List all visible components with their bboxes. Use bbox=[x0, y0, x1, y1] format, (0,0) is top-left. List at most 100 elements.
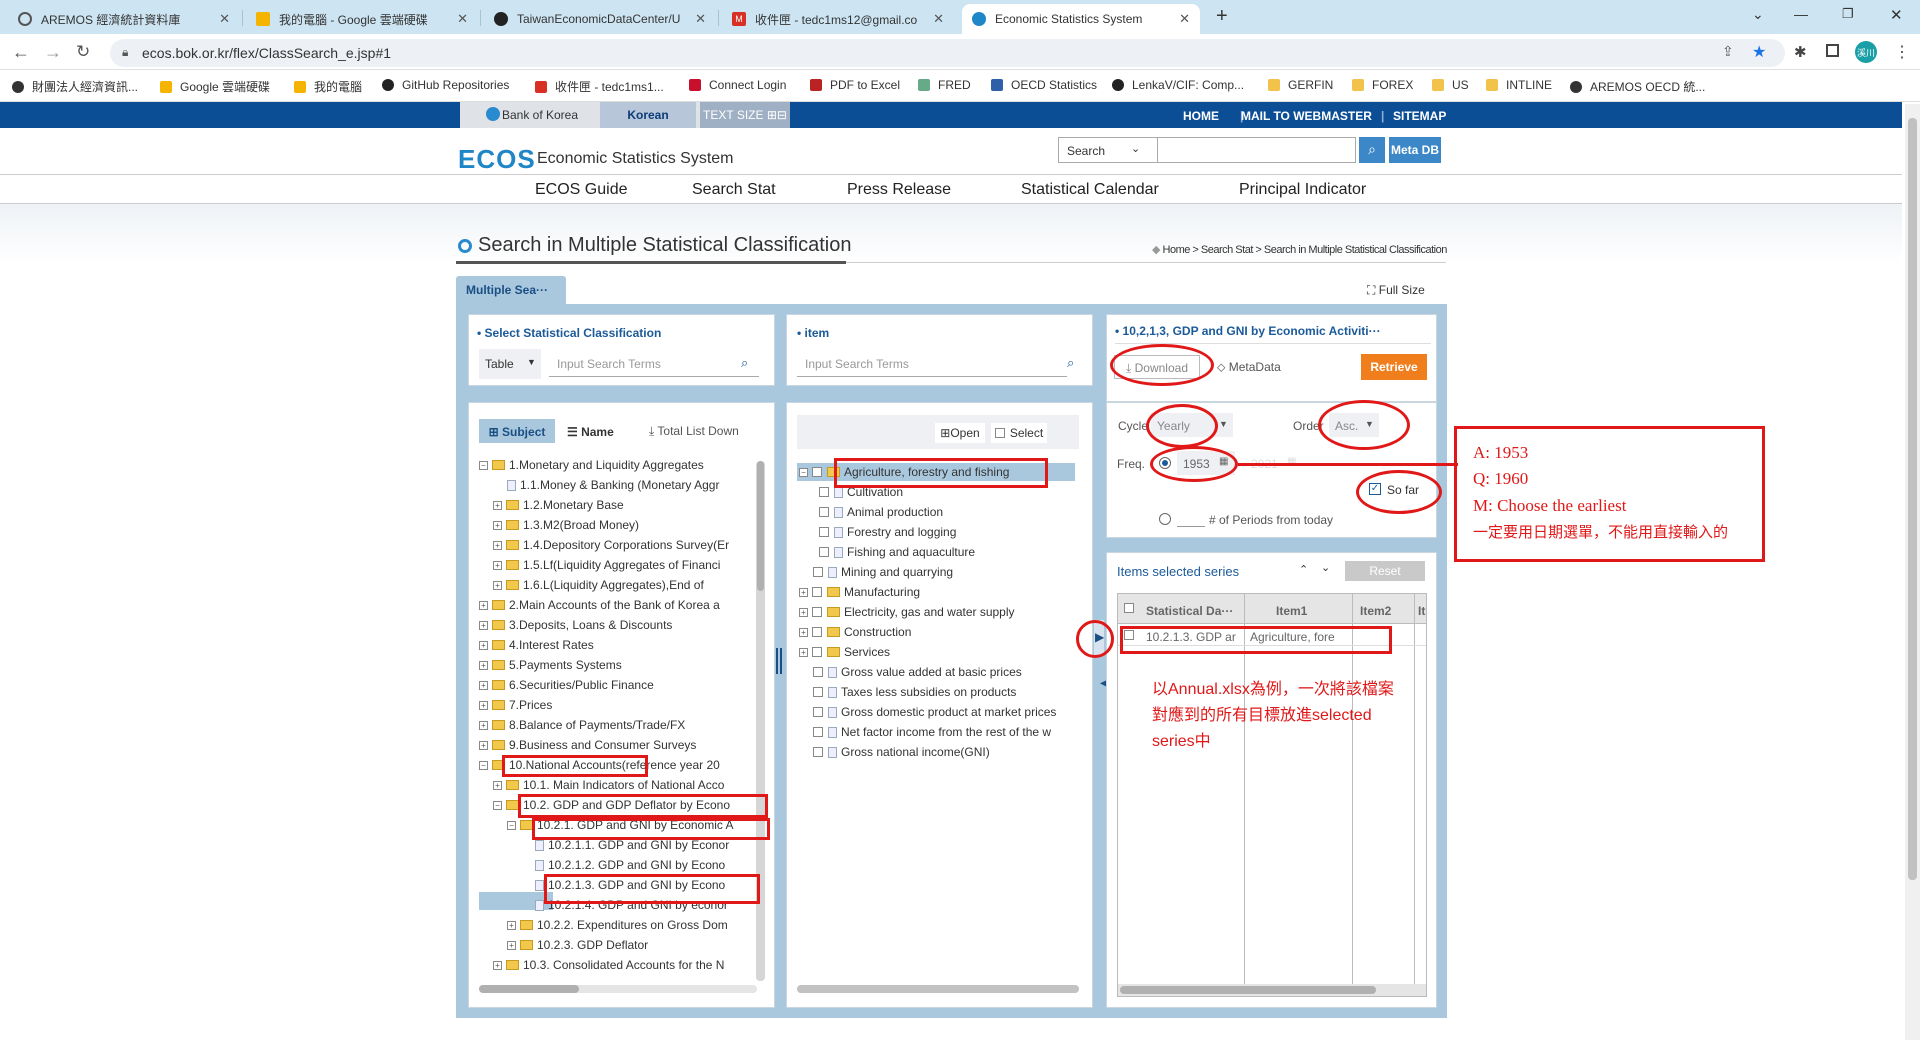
collapse-icon[interactable]: − bbox=[479, 460, 488, 470]
expand-icon[interactable]: + bbox=[493, 560, 502, 570]
open-button[interactable]: ⊞Open bbox=[935, 423, 985, 443]
expand-icon[interactable]: + bbox=[479, 740, 488, 750]
expand-icon[interactable]: + bbox=[507, 920, 516, 930]
expand-icon[interactable]: + bbox=[799, 587, 808, 597]
bookmark-2[interactable]: Google 雲端硬碟 bbox=[160, 78, 270, 95]
tree-node[interactable]: +2.Main Accounts of the Bank of Korea a bbox=[479, 597, 720, 613]
item-node[interactable]: Animal production bbox=[819, 504, 943, 520]
item-checkbox[interactable] bbox=[819, 547, 829, 557]
item-h-scrollbar[interactable] bbox=[797, 985, 1079, 993]
item-checkbox[interactable] bbox=[813, 727, 823, 737]
tree-node[interactable]: +1.5.Lf(Liquidity Aggregates of Financi bbox=[493, 557, 720, 573]
expand-icon[interactable]: + bbox=[799, 607, 808, 617]
collapse-icon[interactable]: − bbox=[479, 760, 488, 770]
tree-node[interactable]: +8.Balance of Payments/Trade/FX bbox=[479, 717, 685, 733]
series-h-scrollbar[interactable] bbox=[1120, 986, 1376, 994]
tree-node[interactable]: 1.1.Money & Banking (Monetary Aggr bbox=[507, 477, 719, 493]
nav-principal-indicator[interactable]: Principal Indicator bbox=[1239, 181, 1366, 199]
expand-icon[interactable]: + bbox=[479, 600, 488, 610]
close-tab-icon[interactable]: ✕ bbox=[933, 11, 944, 27]
link-sitemap[interactable]: SITEMAP bbox=[1393, 109, 1446, 123]
item-checkbox[interactable] bbox=[813, 567, 823, 577]
bookmark-star-icon[interactable]: ★ bbox=[1752, 42, 1766, 62]
forward-icon[interactable]: → bbox=[44, 42, 62, 63]
item-node[interactable]: Mining and quarrying bbox=[813, 564, 953, 580]
tree-node[interactable]: +7.Prices bbox=[479, 697, 552, 713]
bookmark-12[interactable]: FOREX bbox=[1352, 78, 1413, 92]
expand-icon[interactable]: + bbox=[493, 540, 502, 550]
bookmark-6[interactable]: Connect Login bbox=[689, 78, 786, 92]
expand-icon[interactable]: + bbox=[479, 640, 488, 650]
item-checkbox[interactable] bbox=[813, 707, 823, 717]
plus-icon[interactable]: ⊞ bbox=[767, 108, 777, 122]
tree-node[interactable]: +1.6.L(Liquidity Aggregates),End of bbox=[493, 577, 704, 593]
sidepanel-icon[interactable] bbox=[1826, 44, 1839, 57]
expand-icon[interactable]: + bbox=[479, 680, 488, 690]
ecos-logo[interactable]: ECOS bbox=[458, 144, 536, 175]
back-icon[interactable]: ← bbox=[12, 42, 30, 63]
collapse-icon[interactable]: − bbox=[799, 467, 808, 477]
browser-tab-4[interactable]: M 收件匣 - tedc1ms12@gmail.co ✕ bbox=[722, 4, 954, 34]
splitter-handle[interactable] bbox=[776, 648, 782, 674]
item-checkbox[interactable] bbox=[813, 687, 823, 697]
search-type-select[interactable]: Search ⌄ bbox=[1058, 137, 1158, 163]
table-select[interactable]: Table ▼ bbox=[479, 349, 541, 379]
bookmark-3[interactable]: 我的電腦 bbox=[294, 78, 362, 95]
periods-input[interactable] bbox=[1177, 513, 1205, 527]
tree-scrollbar[interactable] bbox=[757, 461, 764, 591]
bookmark-7[interactable]: PDF to Excel bbox=[810, 78, 900, 92]
expand-icon[interactable]: + bbox=[799, 627, 808, 637]
meta-db-button[interactable]: Meta DB bbox=[1389, 137, 1441, 163]
bookmark-8[interactable]: FRED bbox=[918, 78, 971, 92]
tree-h-scrollbar[interactable] bbox=[479, 985, 579, 993]
item-node[interactable]: + Manufacturing bbox=[799, 584, 920, 600]
link-mail-webmaster[interactable]: MAIL TO WEBMASTER bbox=[1241, 109, 1372, 123]
tree-node[interactable]: +1.3.M2(Broad Money) bbox=[493, 517, 639, 533]
search-icon[interactable]: ⌕ bbox=[1067, 355, 1074, 371]
restore-icon[interactable]: ❐ bbox=[1842, 6, 1854, 22]
item-node[interactable]: Fishing and aquaculture bbox=[819, 544, 975, 560]
tree-node[interactable]: +1.4.Depository Corporations Survey(Er bbox=[493, 537, 729, 553]
bookmark-15[interactable]: AREMOS OECD 統... bbox=[1570, 78, 1705, 95]
tree-node[interactable]: 10.2.1.2. GDP and GNI by Econo bbox=[535, 857, 725, 873]
item-checkbox[interactable] bbox=[819, 507, 829, 517]
item-node[interactable]: + Services bbox=[799, 644, 890, 660]
expand-icon[interactable]: + bbox=[493, 780, 502, 790]
close-window-icon[interactable]: ✕ bbox=[1890, 6, 1903, 24]
subject-view-button[interactable]: ⊞ Subject bbox=[479, 419, 555, 443]
expand-icon[interactable]: + bbox=[493, 500, 502, 510]
expand-icon[interactable]: + bbox=[479, 620, 488, 630]
bookmark-9[interactable]: OECD Statistics bbox=[991, 78, 1097, 92]
item-node[interactable]: Taxes less subsidies on products bbox=[813, 684, 1016, 700]
close-tab-icon[interactable]: ✕ bbox=[219, 11, 230, 27]
close-tab-icon[interactable]: ✕ bbox=[1179, 11, 1190, 27]
chevron-down-icon[interactable]: ⌄ bbox=[1321, 561, 1330, 574]
bookmark-11[interactable]: GERFIN bbox=[1268, 78, 1333, 92]
profile-avatar[interactable]: 溪川 bbox=[1855, 41, 1877, 63]
tree-node[interactable]: +10.2.2. Expenditures on Gross Dom bbox=[507, 917, 728, 933]
close-tab-icon[interactable]: ✕ bbox=[457, 11, 468, 27]
retrieve-button[interactable]: Retrieve bbox=[1361, 354, 1427, 380]
close-tab-icon[interactable]: ✕ bbox=[695, 11, 706, 27]
tab-multiple-search[interactable]: Multiple Sea··· bbox=[456, 276, 566, 304]
classification-search-input[interactable]: Input Search Terms bbox=[549, 349, 759, 377]
menu-icon[interactable]: ⋮ bbox=[1894, 42, 1910, 62]
expand-icon[interactable]: + bbox=[493, 580, 502, 590]
metadata-button[interactable]: ⬦ MetaData bbox=[1217, 360, 1281, 375]
tree-node[interactable]: +1.2.Monetary Base bbox=[493, 497, 624, 513]
tree-node[interactable]: +5.Payments Systems bbox=[479, 657, 622, 673]
chevron-up-icon[interactable]: ⌃ bbox=[1299, 563, 1308, 576]
tree-node[interactable]: +10.2.3. GDP Deflator bbox=[507, 937, 648, 953]
expand-icon[interactable]: + bbox=[479, 720, 488, 730]
tree-node[interactable]: +3.Deposits, Loans & Discounts bbox=[479, 617, 672, 633]
tree-node[interactable]: +9.Business and Consumer Surveys bbox=[479, 737, 696, 753]
reset-button[interactable]: Reset bbox=[1345, 561, 1425, 581]
expand-icon[interactable]: + bbox=[493, 520, 502, 530]
browser-tab-3[interactable]: TaiwanEconomicDataCenter/U ✕ bbox=[484, 4, 716, 34]
item-node[interactable]: Net factor income from the rest of the w bbox=[813, 724, 1051, 740]
periods-radio[interactable] bbox=[1159, 513, 1171, 525]
item-search-input[interactable]: Input Search Terms bbox=[797, 349, 1067, 377]
tab-search-icon[interactable]: ⌄ bbox=[1752, 6, 1764, 23]
item-node[interactable]: + Construction bbox=[799, 624, 911, 640]
item-checkbox[interactable] bbox=[819, 487, 829, 497]
